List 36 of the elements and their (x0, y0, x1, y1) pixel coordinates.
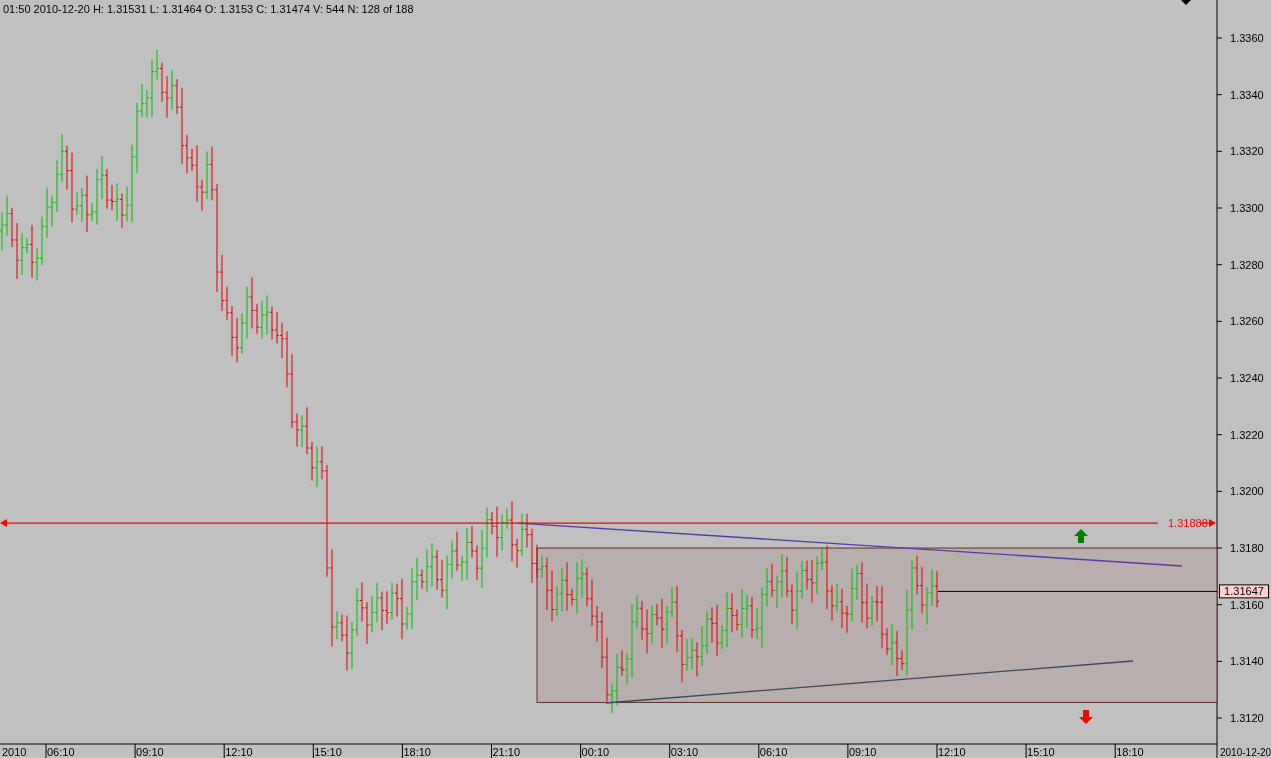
bar-info-text: 01:50 2010-12-20 H: 1.31531 L: 1.31464 O: 1.3153 C: 1.31474 V: 544 N: 128 of 188 (3, 3, 414, 16)
price-label: 1.3180 (1230, 542, 1264, 555)
arrow-up-icon (1074, 529, 1088, 543)
arrow-down-icon (1079, 710, 1093, 724)
price-label: 1.3340 (1230, 88, 1264, 101)
marker-icon (1181, 0, 1191, 5)
time-label: 15:10 (1027, 746, 1055, 758)
last-price-label: 1.31647 (1219, 584, 1269, 599)
price-label: 1.3320 (1230, 145, 1264, 158)
time-label: 12:10 (225, 746, 253, 758)
range-rectangle[interactable] (536, 547, 1218, 703)
time-label: 03:10 (670, 746, 699, 758)
time-label: 18:10 (1116, 746, 1144, 758)
time-label: 09:10 (848, 746, 877, 758)
time-label: 18:10 (403, 746, 431, 758)
price-label: 1.3260 (1230, 315, 1264, 328)
price-label: 1.3120 (1230, 712, 1264, 725)
time-label: 15:10 (314, 746, 342, 758)
price-label: 1.3200 (1230, 485, 1264, 498)
trend-line[interactable] (605, 660, 1134, 704)
time-label: 09:10 (136, 746, 164, 758)
price-label: 1.3220 (1230, 428, 1264, 441)
price-label: 1.3360 (1230, 32, 1264, 44)
price-level-line[interactable]: 1.31888 (0, 517, 1216, 530)
date-label: 2010-12-20 (1220, 747, 1271, 758)
time-label: 12:10 (938, 746, 966, 758)
price-label: 1.3300 (1230, 202, 1264, 214)
price-label: 1.3280 (1230, 258, 1264, 271)
price-label: 1.3240 (1230, 372, 1264, 384)
time-label: 06:10 (47, 746, 75, 758)
price-label: 1.3160 (1230, 598, 1264, 611)
price-label: 1.3140 (1230, 655, 1264, 668)
time-label: 06:10 (759, 746, 788, 758)
time-label: 21:10 (492, 746, 521, 758)
time-label: 00:10 (581, 746, 610, 758)
time-label: 2010 (2, 746, 27, 758)
